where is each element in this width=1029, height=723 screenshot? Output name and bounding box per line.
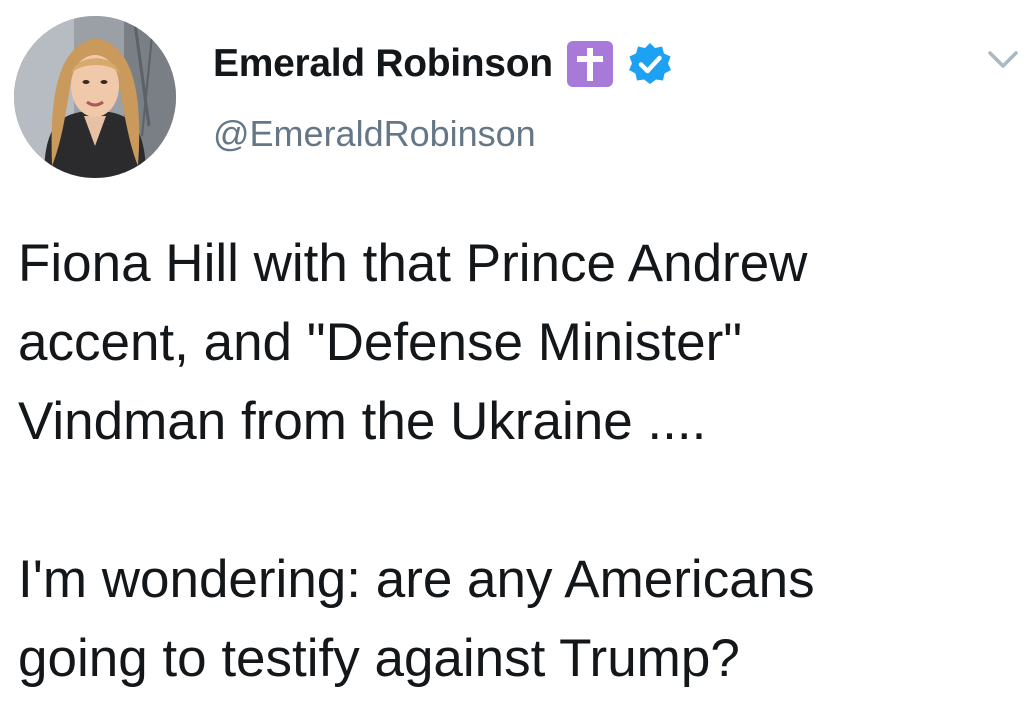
tweet-text-line: going to testify against Trump? (18, 629, 740, 688)
avatar[interactable] (14, 16, 176, 178)
verified-badge-icon (628, 43, 671, 84)
tweet-text-line: accent, and "Defense Minister" (18, 313, 743, 372)
tweet-text: Fiona Hill with that Prince Andrew accen… (18, 224, 1023, 698)
user-handle[interactable]: @EmeraldRobinson (213, 113, 536, 155)
avatar-photo (14, 16, 176, 178)
tweet: Emerald Robinson @EmeraldRobinson Fiona … (0, 0, 1029, 723)
display-name[interactable]: Emerald Robinson (213, 42, 553, 86)
tweet-text-line: Fiona Hill with that Prince Andrew (18, 234, 808, 293)
author-name-row: Emerald Robinson (213, 36, 673, 92)
chevron-down-icon[interactable] (986, 48, 1020, 72)
tweet-text-line: I'm wondering: are any Americans (18, 550, 815, 609)
tweet-text-line: Vindman from the Ukraine .... (18, 392, 707, 451)
latin-cross-icon (566, 41, 613, 87)
